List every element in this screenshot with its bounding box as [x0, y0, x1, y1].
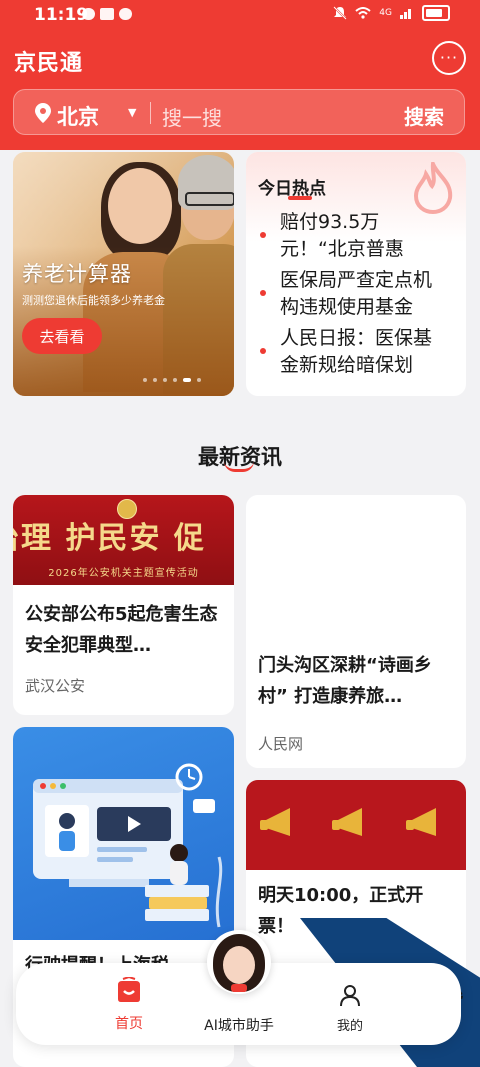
banner-photo-man-glasses	[185, 192, 234, 206]
banner-title: 养老计算器	[22, 262, 132, 286]
message-icon	[82, 8, 95, 20]
more-options-button[interactable]: ···	[432, 41, 466, 75]
news-card-source: 武汉公安	[25, 677, 86, 695]
hot-news-item-line: 人民日报：医保基	[280, 327, 433, 349]
hot-news-item[interactable]: 医保局严查定点机 构违规使用基金	[256, 267, 462, 321]
wechat-icon	[119, 8, 132, 20]
system-icons: 4G	[333, 5, 450, 21]
app-notification-icon	[100, 8, 114, 20]
carousel-dot[interactable]	[173, 378, 177, 382]
news-image-caption: 2026年公安机关主题宣传活动	[48, 568, 199, 579]
avatar-face	[223, 946, 255, 984]
carousel-dot[interactable]	[143, 378, 147, 382]
hot-news-item-line: 赔付93.5万	[280, 211, 380, 233]
hot-news-underline	[288, 196, 312, 200]
user-icon	[340, 985, 360, 1007]
banner-go-button[interactable]: 去看看	[22, 318, 102, 354]
banner-subtitle: 测测您退休后能领多少养老金	[22, 294, 165, 307]
hot-news-item[interactable]: 赔付93.5万 元！“北京普惠	[256, 209, 462, 263]
news-card-title: 明天10:00，正式开票！	[258, 885, 424, 937]
carousel-dot[interactable]	[163, 378, 167, 382]
ai-assistant-avatar[interactable]	[207, 930, 271, 994]
nav-home[interactable]: 首页	[102, 975, 156, 1033]
battery-icon	[422, 5, 450, 21]
flame-icon	[413, 162, 453, 214]
avatar-bow	[231, 984, 247, 992]
news-card-title: 门头沟区深耕“诗画乡村” 打造康养旅…	[258, 655, 432, 707]
carousel-dot[interactable]	[183, 378, 191, 382]
nav-ai-assistant[interactable]: AI城市助手	[184, 1015, 294, 1035]
carousel-indicator	[143, 378, 201, 382]
city-selector[interactable]: 北京	[57, 101, 99, 131]
search-button[interactable]: 搜索	[404, 101, 444, 130]
wifi-icon	[355, 7, 371, 19]
banner-photo-woman-face	[108, 168, 172, 244]
hot-news-item-line: 金新规给暗保划	[280, 354, 414, 376]
news-card-image: 治理 护民安 促 2026年公安机关主题宣传活动	[13, 495, 234, 585]
status-bar: 11:19 4G	[0, 0, 480, 32]
home-bag-icon	[118, 975, 140, 1002]
header: 11:19 4G 京民通 ··· 北京 ▼ 搜一搜 搜索	[0, 0, 480, 150]
more-icon: ···	[439, 48, 459, 67]
news-card[interactable]: 治理 护民安 促 2026年公安机关主题宣传活动 公安部公布5起危害生态安全犯罪…	[13, 495, 234, 715]
hot-news-list: 赔付93.5万 元！“北京普惠 医保局严查定点机 构违规使用基金 人民日报：医保…	[256, 209, 462, 383]
chevron-down-icon[interactable]: ▼	[128, 106, 136, 119]
online-class-illustration	[33, 763, 223, 928]
network-label: 4G	[379, 8, 392, 18]
signal-icon	[400, 9, 411, 19]
mute-icon	[333, 6, 348, 20]
news-card-title: 公安部公布5起危害生态安全犯罪典型…	[25, 604, 218, 656]
news-card-image	[13, 727, 234, 940]
carousel-dot[interactable]	[197, 378, 201, 382]
search-divider	[150, 102, 151, 124]
news-image-slogan: 治理 护民安 促	[13, 521, 206, 556]
search-input[interactable]: 搜一搜	[162, 102, 222, 131]
nav-home-label: 首页	[115, 1016, 143, 1032]
pension-calculator-banner[interactable]: 养老计算器 测测您退休后能领多少养老金 去看看	[13, 152, 234, 396]
carousel-dot[interactable]	[153, 378, 157, 382]
news-card[interactable]: 门头沟区深耕“诗画乡村” 打造康养旅… 人民网	[246, 495, 466, 768]
hot-news-item[interactable]: 人民日报：医保基 金新规给暗保划	[256, 325, 462, 379]
megaphone-icons	[260, 808, 436, 836]
search-bar[interactable]: 北京 ▼ 搜一搜 搜索	[13, 89, 465, 135]
location-pin-icon	[35, 103, 51, 123]
hot-news-card: 今日热点 赔付93.5万 元！“北京普惠 医保局严查定点机 构违规使用基金 人民…	[246, 152, 466, 396]
notification-icons	[82, 8, 132, 20]
nav-me-label: 我的	[336, 1019, 363, 1034]
app-title: 京民通	[14, 51, 84, 76]
hot-news-item-line: 元！“北京普惠	[280, 238, 404, 260]
news-card-image	[246, 780, 466, 870]
hot-news-item-line: 构违规使用基金	[280, 296, 414, 318]
nav-me[interactable]: 我的	[322, 983, 378, 1034]
status-time: 11:19	[34, 5, 89, 25]
news-card-source: 人民网	[258, 735, 304, 753]
hot-news-item-line: 医保局严查定点机	[280, 269, 433, 291]
